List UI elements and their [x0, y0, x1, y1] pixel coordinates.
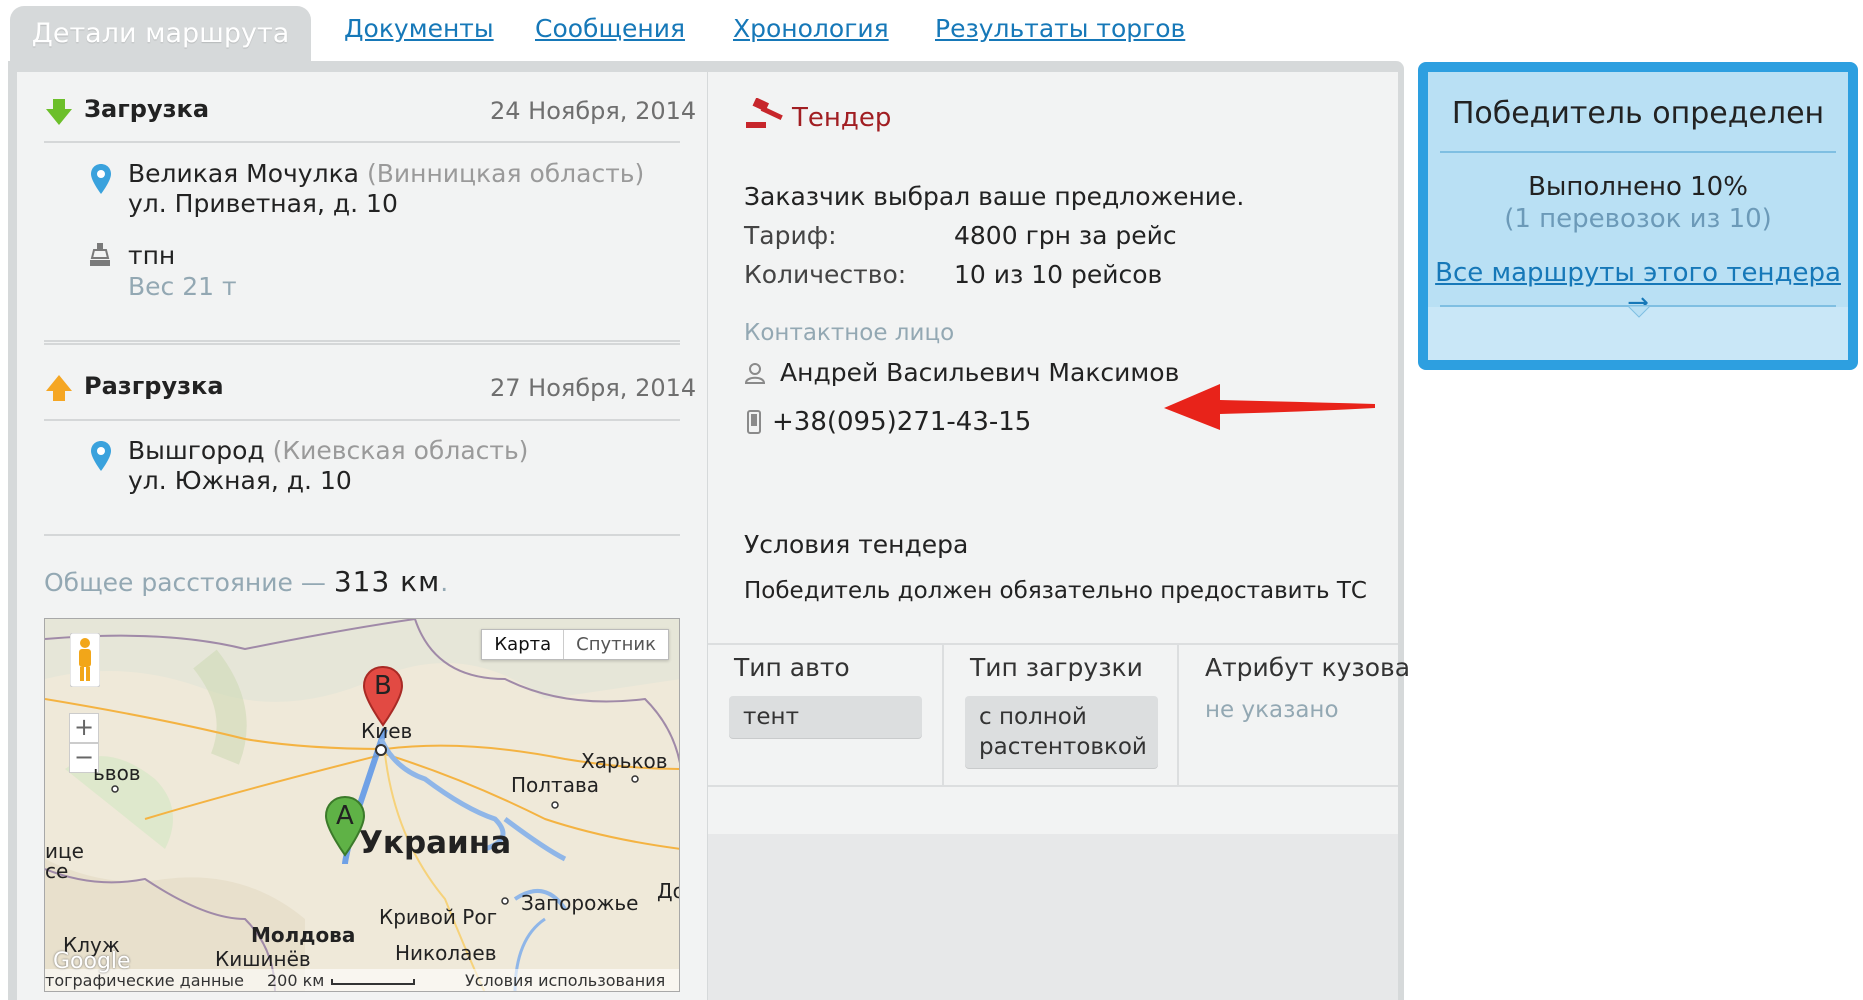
- map-data-credit: тографические данные: [45, 971, 244, 990]
- loading-date: 24 Ноября, 2014: [490, 97, 697, 125]
- winner-status-title: Победитель определен: [1451, 96, 1825, 131]
- map-label-krivoy-rog: Кривой Рог: [379, 905, 498, 929]
- map-type-switch: Карта Спутник: [481, 629, 669, 660]
- quantity-label: Количество:: [744, 260, 907, 289]
- marker-b-label: B: [374, 671, 392, 701]
- load-type-value-line-1: с полной: [979, 704, 1087, 730]
- loading-region: (Винницкая область): [366, 159, 645, 188]
- divider: [44, 534, 680, 536]
- arrow-up-icon: [46, 375, 72, 401]
- divider: [708, 643, 1398, 645]
- map-footer: Google тографические данные 200 км Услов…: [45, 949, 679, 991]
- distance-dot: .: [440, 568, 449, 597]
- distance-label: Общее расстояние —: [44, 568, 326, 597]
- unloading-address: Вышгород (Киевская область) ул. Южная, д…: [128, 436, 528, 496]
- phone-icon: [747, 410, 761, 434]
- map-terms-link[interactable]: Условия использования: [465, 971, 665, 990]
- contact-phone[interactable]: +38(095)271-43-15: [772, 407, 1031, 437]
- person-icon: [744, 363, 766, 384]
- map-label-moldova: Молдова: [251, 923, 356, 947]
- unloading-street: ул. Южная, д. 10: [128, 466, 352, 495]
- gavel-icon: [746, 98, 783, 128]
- map-label-do: До: [657, 879, 679, 903]
- tab-documents[interactable]: Документы: [344, 14, 494, 43]
- map-label-ce: се: [45, 859, 69, 883]
- arrow-down-icon: [46, 99, 72, 125]
- cargo-icon: [90, 243, 110, 266]
- divider: [942, 645, 944, 785]
- tab-messages[interactable]: Сообщения: [535, 14, 685, 43]
- contact-name: Андрей Васильевич Максимов: [780, 358, 1180, 387]
- map-label-kishinev: Кишинёв: [215, 947, 311, 971]
- caret-down-icon: [1628, 306, 1650, 318]
- location-pin-icon: [91, 164, 111, 194]
- load-type-chip: с полной растентовкой: [965, 696, 1158, 768]
- divider: [1440, 151, 1836, 153]
- tariff-label: Тариф:: [744, 221, 837, 250]
- tab-bar: Детали маршрута Документы Сообщения Хрон…: [0, 0, 1420, 62]
- unloading-date: 27 Ноября, 2014: [490, 374, 697, 402]
- satellite-button[interactable]: Спутник: [563, 630, 668, 659]
- tender-title: Тендер: [792, 103, 892, 133]
- red-arrow-annotation-icon: [1164, 384, 1375, 430]
- unloading-title: Разгрузка: [84, 372, 224, 400]
- tab-route-details[interactable]: Детали маршрута: [10, 6, 311, 62]
- car-type-chip: тент: [729, 696, 922, 738]
- zoom-in-button[interactable]: +: [69, 713, 99, 743]
- map-scale: 200 км: [267, 971, 325, 990]
- progress-text: Выполнено 10%: [1528, 172, 1748, 202]
- total-distance: Общее расстояние — 313 км.: [44, 565, 448, 598]
- map-button[interactable]: Карта: [482, 630, 563, 659]
- map-label-kharkov: Харьков: [581, 749, 668, 773]
- location-pin-icon: [91, 441, 111, 471]
- tender-intro: Заказчик выбрал ваше предложение.: [744, 182, 1245, 211]
- contact-label: Контактное лицо: [744, 320, 955, 346]
- progress-detail: (1 перевозок из 10): [1504, 204, 1772, 234]
- tab-chronology[interactable]: Хронология: [733, 14, 889, 43]
- map-label-lvov: ьвов: [93, 761, 141, 785]
- distance-value: 313 км: [333, 565, 441, 598]
- unloading-city: Вышгород: [128, 436, 265, 465]
- divider: [44, 419, 680, 421]
- body-attribute-label: Атрибут кузова: [1205, 653, 1411, 682]
- cargo-type: тпн: [128, 241, 176, 270]
- map-label-zaporozhe: Запорожье: [521, 891, 639, 915]
- cargo-weight: Вес 21 т: [128, 272, 237, 301]
- loading-street: ул. Приветная, д. 10: [128, 189, 398, 218]
- street-view-pegman-icon[interactable]: [70, 633, 100, 687]
- route-map[interactable]: Карта Спутник + − Киев Харьков Полтава У…: [44, 618, 680, 992]
- load-type-value-line-2: растентовкой: [979, 734, 1147, 760]
- divider: [708, 785, 1398, 787]
- load-type-label: Тип загрузки: [970, 653, 1143, 682]
- quantity-value: 10 из 10 рейсов: [954, 260, 1163, 289]
- scale-bar: [331, 979, 415, 985]
- body-attribute-value: не указано: [1205, 697, 1339, 723]
- map-label-nikolaev: Николаев: [395, 941, 497, 965]
- tariff-value: 4800 грн за рейс: [954, 221, 1177, 250]
- divider: [44, 141, 680, 143]
- map-label-poltava: Полтава: [511, 773, 600, 797]
- tab-auction-results[interactable]: Результаты торгов: [935, 14, 1185, 43]
- loading-address: Великая Мочулка (Винницкая область) ул. …: [128, 159, 644, 219]
- divider: [44, 340, 680, 345]
- marker-a-label: A: [336, 801, 354, 831]
- conditions-text: Победитель должен обязательно предостави…: [744, 578, 1367, 604]
- loading-city: Великая Мочулка: [128, 159, 359, 188]
- conditions-title: Условия тендера: [744, 530, 969, 559]
- unloading-region: (Киевская область): [272, 436, 529, 465]
- loading-title: Загрузка: [84, 95, 210, 123]
- tender-panel-footer: [708, 834, 1398, 1000]
- divider: [1177, 645, 1179, 785]
- map-label-ukraine: Украина: [359, 825, 512, 861]
- car-type-label: Тип авто: [734, 653, 850, 682]
